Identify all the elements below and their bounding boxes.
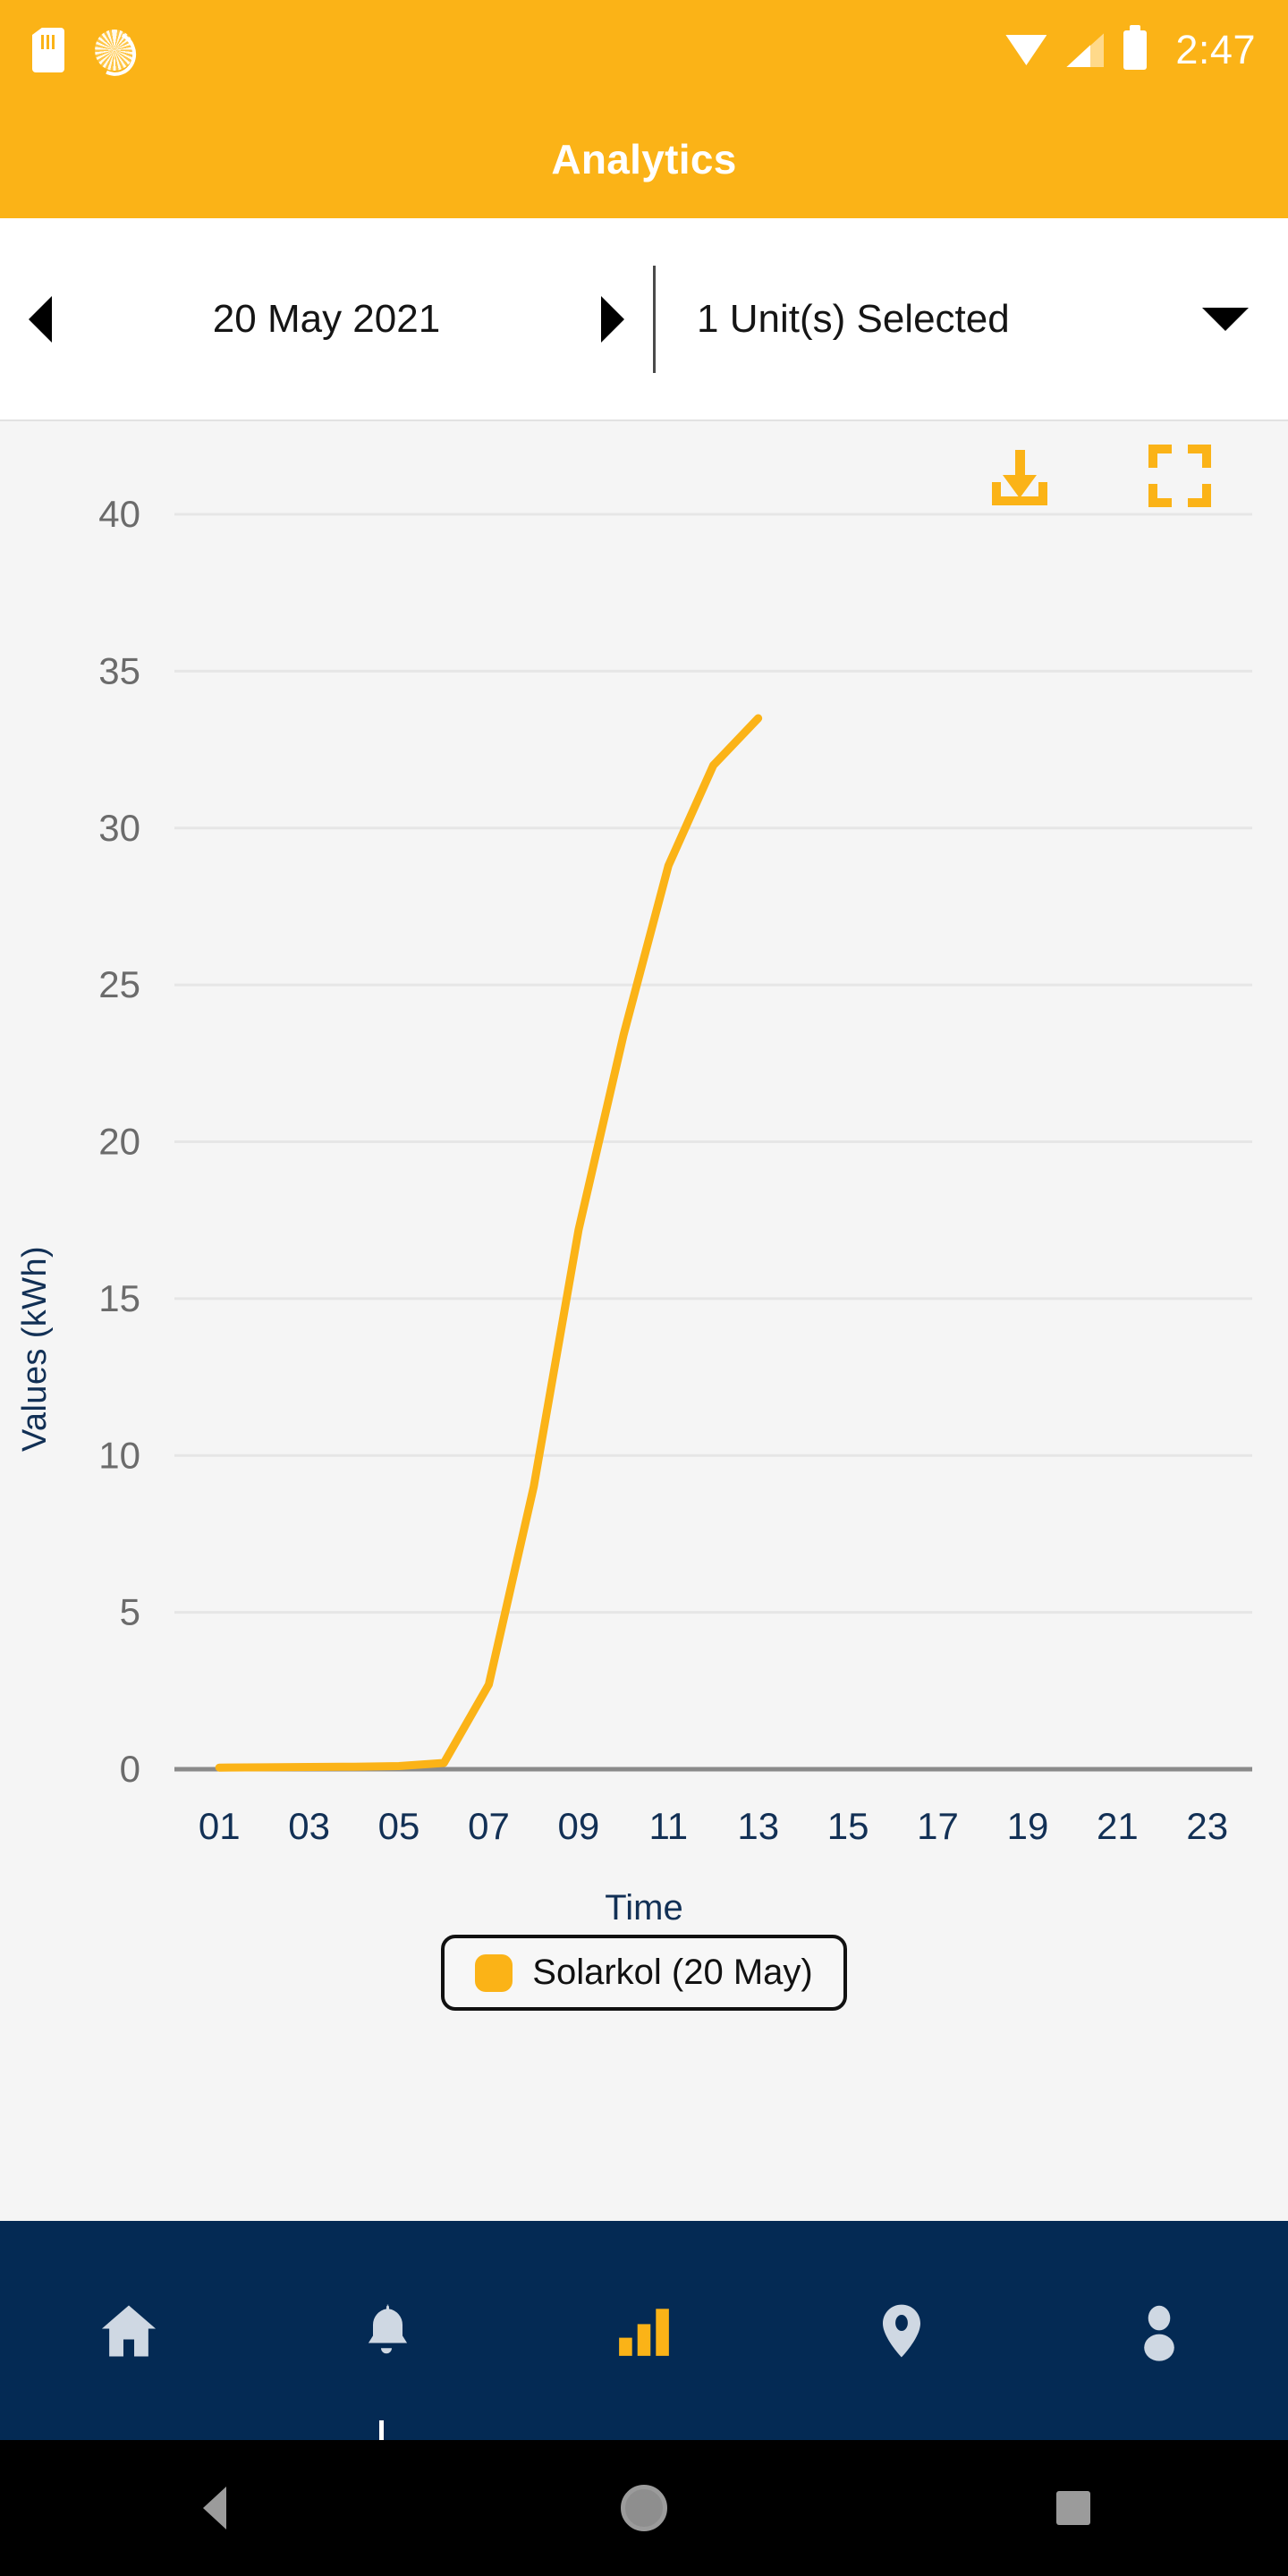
nav-active-indicator: [379, 2420, 384, 2440]
unit-selector[interactable]: 1 Unit(s) Selected: [656, 218, 1288, 419]
svg-text:10: 10: [98, 1434, 140, 1476]
page-title: Analytics: [551, 136, 737, 182]
svg-text:11: 11: [648, 1805, 688, 1847]
svg-text:13: 13: [737, 1805, 779, 1847]
x-axis-label: Time: [605, 1888, 683, 1928]
svg-text:19: 19: [1007, 1805, 1049, 1847]
svg-text:15: 15: [98, 1277, 140, 1319]
next-day-button[interactable]: [572, 295, 653, 343]
svg-text:03: 03: [288, 1805, 330, 1847]
chevron-right-icon: [601, 295, 624, 343]
location-pin-icon: [883, 2304, 920, 2357]
legend-item-solarkol[interactable]: Solarkol (20 May): [441, 1935, 847, 2011]
back-triangle-icon: [203, 2487, 226, 2529]
battery-icon: [1123, 25, 1148, 70]
svg-text:40: 40: [98, 493, 140, 535]
bottom-navigation: [0, 2221, 1288, 2440]
svg-text:23: 23: [1186, 1805, 1228, 1847]
legend-color-swatch: [475, 1953, 513, 1992]
chevron-left-icon: [29, 295, 52, 343]
phone-screen: 2:47 Analytics 20 May 2021 1 Unit(s) Sel…: [0, 0, 1288, 2576]
plot-area: 0 5 10 15 20 25 30 35 40 01 03 05 07 09 11 13 15 17 19 21 23…: [0, 423, 1288, 1944]
bell-icon: [368, 2304, 408, 2353]
svg-text:5: 5: [120, 1591, 140, 1633]
svg-text:21: 21: [1097, 1805, 1139, 1847]
system-recents-button[interactable]: [859, 2491, 1288, 2525]
system-back-button[interactable]: [0, 2487, 429, 2529]
svg-text:05: 05: [378, 1805, 420, 1847]
unit-selector-label: 1 Unit(s) Selected: [697, 296, 1010, 341]
previous-day-button[interactable]: [0, 295, 80, 343]
date-selector: 20 May 2021: [0, 218, 653, 419]
svg-text:17: 17: [917, 1805, 959, 1847]
nav-item-analytics[interactable]: [515, 2221, 773, 2440]
app-bar: Analytics: [0, 100, 1288, 218]
recents-square-icon: [1056, 2491, 1090, 2525]
svg-text:07: 07: [468, 1805, 510, 1847]
y-axis-label: Values (kWh): [16, 1245, 54, 1452]
svg-text:20: 20: [98, 1121, 140, 1163]
filter-bar: 20 May 2021 1 Unit(s) Selected: [0, 218, 1288, 421]
sd-card-icon: [32, 28, 64, 72]
legend-label: Solarkol (20 May): [532, 1953, 813, 1992]
bar-chart-icon: [619, 2308, 669, 2356]
nav-item-notifications[interactable]: [258, 2221, 515, 2440]
svg-text:09: 09: [558, 1805, 600, 1847]
selected-date-label[interactable]: 20 May 2021: [80, 297, 572, 342]
home-circle-icon: [621, 2485, 667, 2531]
nav-item-profile[interactable]: [1030, 2221, 1288, 2440]
chart-legend: Solarkol (20 May): [0, 1935, 1288, 2011]
nav-item-locations[interactable]: [773, 2221, 1030, 2440]
system-navigation-bar: [0, 2440, 1288, 2576]
svg-text:15: 15: [827, 1805, 869, 1847]
status-bar-clock: 2:47: [1175, 27, 1256, 72]
status-bar-left-icons: [32, 28, 134, 72]
system-home-button[interactable]: [429, 2485, 859, 2531]
nav-item-home[interactable]: [0, 2221, 258, 2440]
wifi-icon: [1005, 35, 1046, 65]
svg-text:0: 0: [120, 1748, 140, 1790]
cellular-signal-icon: [1066, 33, 1105, 67]
svg-text:25: 25: [98, 963, 140, 1005]
chevron-down-icon: [1202, 307, 1249, 331]
status-bar-right-icons: 2:47: [1005, 25, 1256, 73]
line-chart[interactable]: 051015202530354001 03 05 07 09 11 13 15 17 19 21 23: [0, 423, 1288, 1872]
svg-text:35: 35: [98, 649, 140, 691]
status-bar: 2:47: [0, 0, 1288, 100]
svg-text:01: 01: [199, 1805, 241, 1847]
person-icon: [1144, 2305, 1174, 2361]
sun-icon: [95, 30, 134, 71]
svg-text:30: 30: [98, 807, 140, 849]
chart-card: 0 5 10 15 20 25 30 35 40 01 03 05 07 09 11 13 15 17 19 21 23…: [0, 423, 1288, 2221]
home-icon: [101, 2305, 157, 2356]
